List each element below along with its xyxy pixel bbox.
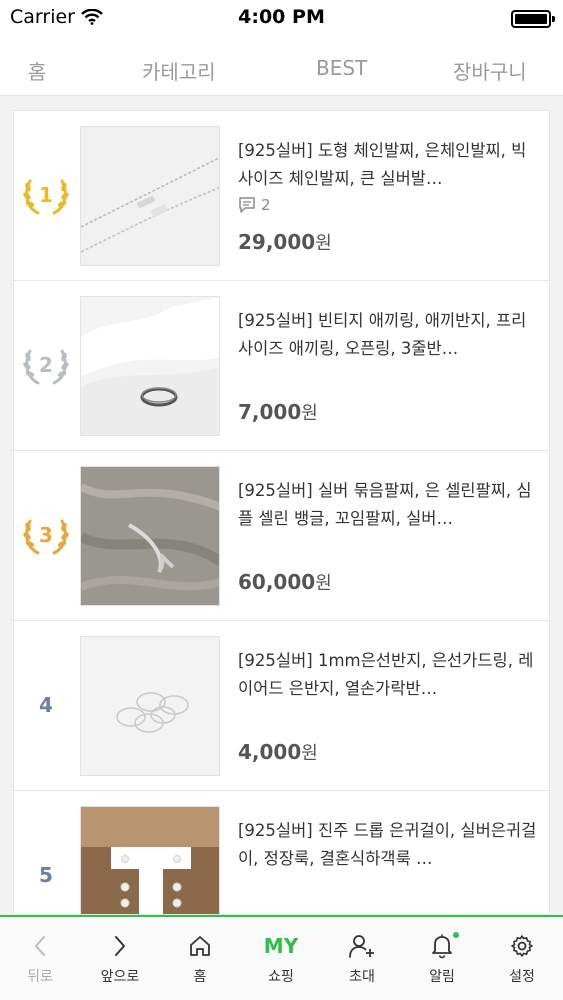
nav-forward-button[interactable]: 앞으로 xyxy=(80,917,160,1000)
tab-best[interactable]: BEST xyxy=(316,56,367,80)
nav-back-label: 뒤로 xyxy=(27,969,53,985)
add-user-icon xyxy=(349,935,374,958)
nav-forward-label: 앞으로 xyxy=(100,969,140,985)
bottom-nav-bar: 뒤로 앞으로 홈 MY 쇼핑 초대 알림 설정 xyxy=(0,915,563,1000)
rank-badge: 5 xyxy=(18,851,74,899)
comment-count: 2 xyxy=(238,196,271,214)
price-unit: 원 xyxy=(315,573,332,594)
product-thumbnail xyxy=(80,126,220,266)
rank-badge: 2 xyxy=(18,341,74,389)
rank-number: 4 xyxy=(39,693,53,717)
tab-category[interactable]: 카테고리 xyxy=(142,56,216,85)
nav-settings-button[interactable]: 설정 xyxy=(482,917,562,1000)
nav-home-label: 홈 xyxy=(193,969,207,985)
tab-home[interactable]: 홈 xyxy=(28,56,46,85)
rank-number: 5 xyxy=(39,863,53,887)
nav-invite-button[interactable]: 초대 xyxy=(322,917,402,1000)
product-title[interactable]: [925실버] 도형 체인발찌, 은체인발찌, 빅사이즈 체인발찌, 큰 실버발… xyxy=(238,137,538,193)
product-price: 60,000원 xyxy=(238,569,332,595)
nav-back-button[interactable]: 뒤로 xyxy=(0,917,80,1000)
product-title[interactable]: [925실버] 실버 묶음팔찌, 은 셀린팔찌, 심플 셀린 뱅글, 꼬임팔찌,… xyxy=(238,477,538,533)
best-product-list: 1 [925실버] 도형 체인발찌, 은체인발찌, 빅사이즈 체인발찌, 큰 실… xyxy=(13,110,550,915)
rank-number: 3 xyxy=(39,523,53,547)
price-amount: 60,000 xyxy=(238,570,316,594)
list-item[interactable]: 1 [925실버] 도형 체인발찌, 은체인발찌, 빅사이즈 체인발찌, 큰 실… xyxy=(14,111,549,281)
gear-icon xyxy=(511,935,533,957)
notification-dot xyxy=(453,932,459,938)
chevron-right-icon xyxy=(115,936,125,956)
rank-badge: 1 xyxy=(18,171,74,219)
list-item[interactable]: 3 [925실버] 실버 묶음팔찌, 은 셀린팔찌, 심플 셀린 뱅글, 꼬임팔… xyxy=(14,451,549,621)
product-title[interactable]: [925실버] 1mm은선반지, 은선가드링, 레이어드 은반지, 열손가락반… xyxy=(238,647,538,703)
nav-notifications-label: 알림 xyxy=(429,969,455,985)
bell-icon xyxy=(432,934,452,959)
price-unit: 원 xyxy=(315,233,332,254)
product-thumbnail xyxy=(80,296,220,436)
price-amount: 29,000 xyxy=(238,230,316,254)
nav-settings-label: 설정 xyxy=(509,969,535,985)
nav-shopping-label: 쇼핑 xyxy=(268,969,294,985)
comment-icon xyxy=(239,197,255,213)
product-title[interactable]: [925실버] 빈티지 애끼링, 애끼반지, 프리사이즈 애끼링, 오픈링, 3… xyxy=(238,307,538,363)
clock: 4:00 PM xyxy=(238,6,325,28)
status-bar: Carrier 4:00 PM xyxy=(0,0,563,38)
list-item[interactable]: 5 [925실버] 진주 드롭 은귀걸이, 실버은귀걸이, 정장룩, 결혼식하객… xyxy=(14,791,549,914)
rank-badge: 3 xyxy=(18,511,74,559)
price-unit: 원 xyxy=(301,403,318,424)
product-thumbnail xyxy=(80,466,220,606)
price-unit: 원 xyxy=(301,743,318,764)
price-amount: 7,000 xyxy=(238,400,302,424)
nav-notifications-button[interactable]: 알림 xyxy=(402,917,482,1000)
product-price: 29,000원 xyxy=(238,229,332,255)
list-item[interactable]: 2 [925실버] 빈티지 애끼링, 애끼반지, 프리사이즈 애끼링, 오픈링,… xyxy=(14,281,549,451)
battery-icon xyxy=(511,10,555,28)
rank-number: 1 xyxy=(39,183,53,207)
product-title[interactable]: [925실버] 진주 드롭 은귀걸이, 실버은귀걸이, 정장룩, 결혼식하객룩 … xyxy=(238,817,538,873)
nav-invite-label: 초대 xyxy=(349,969,375,985)
product-thumbnail xyxy=(80,636,220,776)
rank-number: 2 xyxy=(39,353,53,377)
tab-cart[interactable]: 장바구니 xyxy=(453,56,527,85)
list-item[interactable]: 4 [925실버] 1mm은선반지, 은선가드링, 레이어드 은반지, 열손가락… xyxy=(14,621,549,791)
my-icon: MY xyxy=(263,934,299,958)
product-price: 7,000원 xyxy=(238,399,318,425)
home-icon xyxy=(190,936,210,956)
top-tab-bar: 홈 카테고리 BEST 장바구니 xyxy=(0,38,563,96)
price-amount: 4,000 xyxy=(238,740,302,764)
nav-home-button[interactable]: 홈 xyxy=(160,917,240,1000)
product-thumbnail xyxy=(80,806,220,914)
rank-badge: 4 xyxy=(18,681,74,729)
comment-count-value: 2 xyxy=(261,196,271,214)
nav-shopping-button[interactable]: MY 쇼핑 xyxy=(241,917,321,1000)
chevron-left-icon xyxy=(35,936,45,956)
product-price: 4,000원 xyxy=(238,739,318,765)
